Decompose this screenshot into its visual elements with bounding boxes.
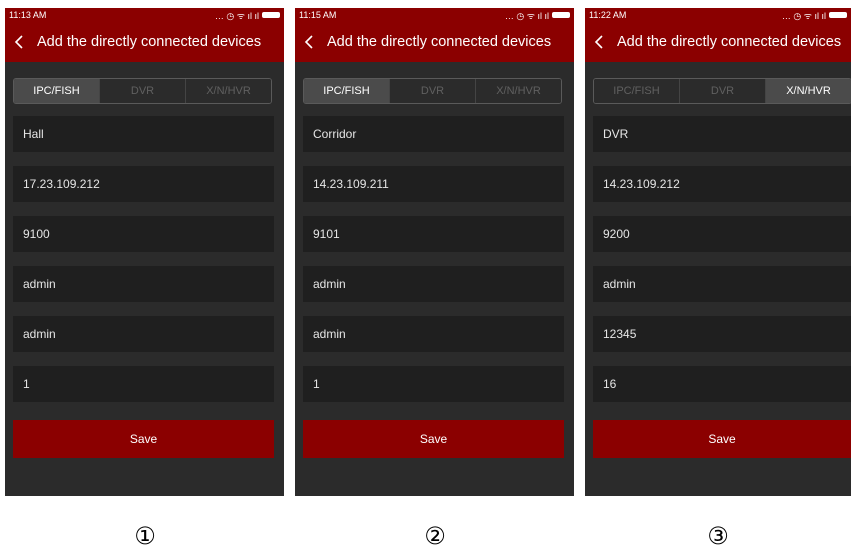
page-title: Add the directly connected devices [327,34,552,50]
save-button[interactable]: Save [13,420,274,458]
step-number-2: ② [424,522,446,550]
tab-dvr[interactable]: DVR [389,79,475,103]
app-bar: Add the directly connected devices [295,22,574,62]
device-name-field[interactable]: Corridor [303,116,564,152]
back-arrow-icon[interactable] [591,34,607,50]
signal-icons: … ◷ ᯤ ıl ıl [504,10,549,21]
port-field[interactable]: 9101 [303,216,564,252]
back-arrow-icon[interactable] [11,34,27,50]
battery-icon [829,12,847,18]
ip-address-field[interactable]: 14.23.109.212 [593,166,851,202]
tab-xnhvr[interactable]: X/N/HVR [185,79,271,103]
step-number-1: ① [134,522,156,550]
page-title: Add the directly connected devices [617,34,842,50]
app-bar: Add the directly connected devices [585,22,851,62]
tab-xnhvr[interactable]: X/N/HVR [475,79,561,103]
phone-screen-3: 11:22 AM … ◷ ᯤ ıl ıl Add the directly co… [585,8,851,496]
battery-icon [552,12,570,18]
username-field[interactable]: admin [13,266,274,302]
device-name-field[interactable]: DVR [593,116,851,152]
status-time: 11:22 AM [589,10,627,20]
save-button[interactable]: Save [303,420,564,458]
device-type-tabs: IPC/FISH DVR X/N/HVR [13,78,272,104]
password-field[interactable]: admin [13,316,274,352]
save-button[interactable]: Save [593,420,851,458]
status-time: 11:13 AM [9,10,47,20]
status-icons: … ◷ ᯤ ıl ıl [215,9,280,22]
ip-address-field[interactable]: 17.23.109.212 [13,166,274,202]
status-icons: … ◷ ᯤ ıl ıl [505,9,570,22]
username-field[interactable]: admin [303,266,564,302]
channel-count-field[interactable]: 1 [13,366,274,402]
status-icons: … ◷ ᯤ ıl ıl [782,9,847,22]
phone-screen-1: 11:13 AM … ◷ ᯤ ıl ıl Add the directly co… [5,8,284,496]
device-type-tabs: IPC/FISH DVR X/N/HVR [303,78,562,104]
step-number-3: ③ [707,522,729,550]
app-bar: Add the directly connected devices [5,22,284,62]
status-bar: 11:22 AM … ◷ ᯤ ıl ıl [585,8,851,22]
port-field[interactable]: 9200 [593,216,851,252]
back-arrow-icon[interactable] [301,34,317,50]
battery-icon [262,12,280,18]
page-title: Add the directly connected devices [37,34,262,50]
ip-address-field[interactable]: 14.23.109.211 [303,166,564,202]
password-field[interactable]: 12345 [593,316,851,352]
status-bar: 11:15 AM … ◷ ᯤ ıl ıl [295,8,574,22]
device-name-field[interactable]: Hall [13,116,274,152]
username-field[interactable]: admin [593,266,851,302]
tab-dvr[interactable]: DVR [679,79,765,103]
tab-ipc-fish[interactable]: IPC/FISH [594,79,679,103]
tab-dvr[interactable]: DVR [99,79,185,103]
channel-count-field[interactable]: 1 [303,366,564,402]
phone-screen-2: 11:15 AM … ◷ ᯤ ıl ıl Add the directly co… [295,8,574,496]
status-bar: 11:13 AM … ◷ ᯤ ıl ıl [5,8,284,22]
tab-xnhvr[interactable]: X/N/HVR [765,79,851,103]
signal-icons: … ◷ ᯤ ıl ıl [214,10,259,21]
device-type-tabs: IPC/FISH DVR X/N/HVR [593,78,851,104]
signal-icons: … ◷ ᯤ ıl ıl [781,10,826,21]
port-field[interactable]: 9100 [13,216,274,252]
channel-count-field[interactable]: 16 [593,366,851,402]
tab-ipc-fish[interactable]: IPC/FISH [14,79,99,103]
status-time: 11:15 AM [299,10,337,20]
password-field[interactable]: admin [303,316,564,352]
tab-ipc-fish[interactable]: IPC/FISH [304,79,389,103]
